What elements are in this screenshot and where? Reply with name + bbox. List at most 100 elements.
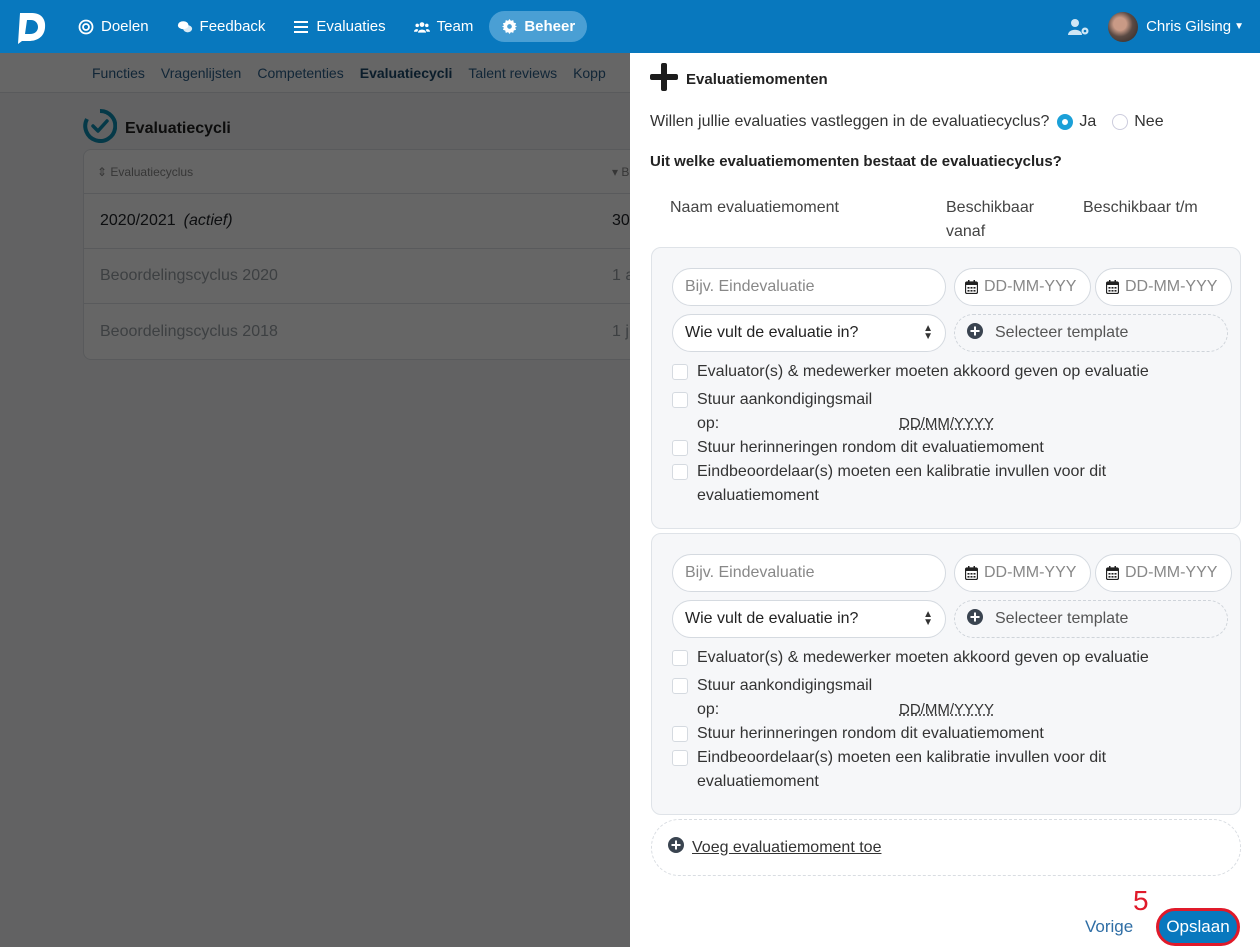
date-placeholder: DD-MM-YYY — [1125, 278, 1218, 295]
checkbox-label[interactable]: Eindbeoordelaar(s) moeten een kalibratie… — [697, 460, 1106, 508]
users-icon — [413, 19, 430, 35]
checkbox-label[interactable]: Evaluator(s) & medewerker moeten akkoord… — [697, 360, 1149, 384]
available-from-input[interactable]: DD-MM-YYY — [954, 554, 1091, 592]
akkoord-checkbox[interactable] — [672, 364, 688, 380]
mail-label-line1: Stuur aankondigingsmail — [697, 677, 873, 694]
select-template-button[interactable]: Selecteer template — [954, 600, 1228, 638]
mail-checkbox-row: Stuur aankondigingsmail op: — [672, 674, 872, 722]
radio-ja[interactable] — [1057, 114, 1074, 130]
avatar[interactable] — [1108, 11, 1139, 42]
mail-date-input[interactable]: DD/MM/YYYY — [899, 415, 994, 432]
kalibratie-checkbox[interactable] — [672, 750, 688, 766]
user-name[interactable]: Chris Gilsing — [1146, 18, 1231, 35]
subquestion: Uit welke evaluatiemomenten bestaat de e… — [650, 153, 1062, 170]
template-label: Selecteer template — [995, 324, 1129, 341]
mail-checkbox[interactable] — [672, 678, 688, 694]
checkbox-label[interactable]: Stuur herinneringen rondom dit evaluatie… — [697, 722, 1044, 746]
moment-name-input[interactable]: Bijv. Eindevaluatie — [672, 554, 946, 592]
calendar-icon — [965, 280, 978, 294]
back-button[interactable]: Vorige — [1085, 917, 1133, 937]
nav-team[interactable]: Team — [402, 11, 486, 42]
nav-label: Beheer — [524, 18, 576, 35]
checkbox-label[interactable]: Evaluator(s) & medewerker moeten akkoord… — [697, 646, 1149, 670]
available-to-input[interactable]: DD-MM-YYY — [1095, 268, 1232, 306]
mail-checkbox-row: Stuur aankondigingsmail op: — [672, 388, 872, 436]
select-value: Wie vult de evaluatie in? — [685, 324, 859, 341]
available-to-input[interactable]: DD-MM-YYY — [1095, 554, 1232, 592]
evaluation-moment-card: Bijv. Eindevaluatie DD-MM-YYY DD-MM-YYY … — [651, 533, 1241, 815]
kalibratie-line2: evaluatiemoment — [697, 487, 819, 504]
calendar-icon — [1106, 566, 1119, 580]
kalibratie-checkbox-row: Eindbeoordelaar(s) moeten een kalibratie… — [672, 746, 1106, 794]
kalibratie-line1: Eindbeoordelaar(s) moeten een kalibratie… — [697, 463, 1107, 480]
reminder-checkbox[interactable] — [672, 440, 688, 456]
template-label: Selecteer template — [995, 610, 1129, 627]
select-arrows-icon: ▲ ▼ — [923, 609, 933, 628]
add-moment-button[interactable]: Voeg evaluatiemoment toe — [651, 819, 1241, 876]
select-template-button[interactable]: Selecteer template — [954, 314, 1228, 352]
radio-nee[interactable] — [1112, 114, 1129, 130]
checkbox-label[interactable]: Stuur aankondigingsmail op: — [697, 674, 872, 722]
date-placeholder: DD-MM-YYY — [1125, 564, 1218, 581]
checkbox-label[interactable]: Stuur aankondigingsmail op: — [697, 388, 872, 436]
mail-label-line2: op: — [697, 415, 720, 432]
mail-checkbox[interactable] — [672, 392, 688, 408]
select-arrows-icon: ▲ ▼ — [923, 323, 933, 342]
app-logo[interactable] — [10, 5, 54, 49]
question-text: Willen jullie evaluaties vastleggen in d… — [650, 113, 1050, 130]
evaluation-moment-card: Bijv. Eindevaluatie DD-MM-YYY DD-MM-YYY … — [651, 247, 1241, 529]
radio-nee-label[interactable]: Nee — [1134, 113, 1163, 131]
user-settings-icon[interactable] — [1068, 18, 1090, 36]
date-placeholder: DD-MM-YYY — [984, 278, 1077, 295]
top-nav: Doelen Feedback Evaluaties Team Beheer C… — [0, 0, 1260, 53]
akkoord-checkbox[interactable] — [672, 650, 688, 666]
gear-icon — [501, 19, 517, 35]
akkoord-checkbox-row: Evaluator(s) & medewerker moeten akkoord… — [672, 646, 1149, 670]
select-value: Wie vult de evaluatie in? — [685, 610, 859, 627]
chevron-down-icon[interactable]: ▼ — [1234, 21, 1244, 32]
reminder-checkbox[interactable] — [672, 726, 688, 742]
kalibratie-line2: evaluatiemoment — [697, 773, 819, 790]
save-button[interactable]: Opslaan — [1156, 908, 1240, 946]
plus-circle-icon — [967, 322, 983, 344]
reminder-checkbox-row: Stuur herinneringen rondom dit evaluatie… — [672, 436, 1044, 460]
nav-beheer[interactable]: Beheer — [489, 11, 588, 42]
kalibratie-checkbox-row: Eindbeoordelaar(s) moeten een kalibratie… — [672, 460, 1106, 508]
nav-label: Evaluaties — [316, 18, 386, 35]
who-fills-select[interactable]: Wie vult de evaluatie in? ▲ ▼ — [672, 600, 946, 638]
evaluatiemomenten-panel: Evaluatiemomenten Willen jullie evaluati… — [630, 53, 1260, 947]
plus-icon — [650, 63, 678, 95]
nav-doelen[interactable]: Doelen — [66, 11, 161, 42]
kalibratie-line1: Eindbeoordelaar(s) moeten een kalibratie… — [697, 749, 1107, 766]
plus-circle-icon — [668, 837, 684, 858]
nav-label: Feedback — [199, 18, 266, 35]
mail-date-input[interactable]: DD/MM/YYYY — [899, 701, 994, 718]
akkoord-checkbox-row: Evaluator(s) & medewerker moeten akkoord… — [672, 360, 1149, 384]
nav-feedback[interactable]: Feedback — [165, 11, 278, 42]
radio-ja-label[interactable]: Ja — [1079, 113, 1096, 131]
who-fills-select[interactable]: Wie vult de evaluatie in? ▲ ▼ — [672, 314, 946, 352]
checkbox-label[interactable]: Eindbeoordelaar(s) moeten een kalibratie… — [697, 746, 1106, 794]
annotation-step-number: 5 — [1133, 885, 1149, 916]
add-moment-link[interactable]: Voeg evaluatiemoment toe — [692, 839, 881, 857]
calendar-icon — [1106, 280, 1119, 294]
nav-label: Team — [436, 18, 474, 35]
panel-heading: Evaluatiemomenten — [650, 63, 828, 95]
panel-heading-text: Evaluatiemomenten — [686, 70, 828, 88]
date-placeholder: DD-MM-YYY — [984, 564, 1077, 581]
list-icon — [293, 19, 309, 35]
column-name: Naam evaluatiemoment — [670, 199, 839, 216]
plus-circle-icon — [967, 608, 983, 630]
nav-evaluaties[interactable]: Evaluaties — [281, 11, 397, 42]
nav-label: Doelen — [101, 18, 149, 35]
kalibratie-checkbox[interactable] — [672, 464, 688, 480]
comments-icon — [177, 19, 193, 35]
moment-name-input[interactable]: Bijv. Eindevaluatie — [672, 268, 946, 306]
column-to: Beschikbaar t/m — [1083, 199, 1198, 216]
available-from-input[interactable]: DD-MM-YYY — [954, 268, 1091, 306]
reminder-checkbox-row: Stuur herinneringen rondom dit evaluatie… — [672, 722, 1044, 746]
checkbox-label[interactable]: Stuur herinneringen rondom dit evaluatie… — [697, 436, 1044, 460]
column-from: Beschikbaar vanaf — [946, 199, 1035, 240]
calendar-icon — [965, 566, 978, 580]
target-icon — [78, 19, 94, 35]
